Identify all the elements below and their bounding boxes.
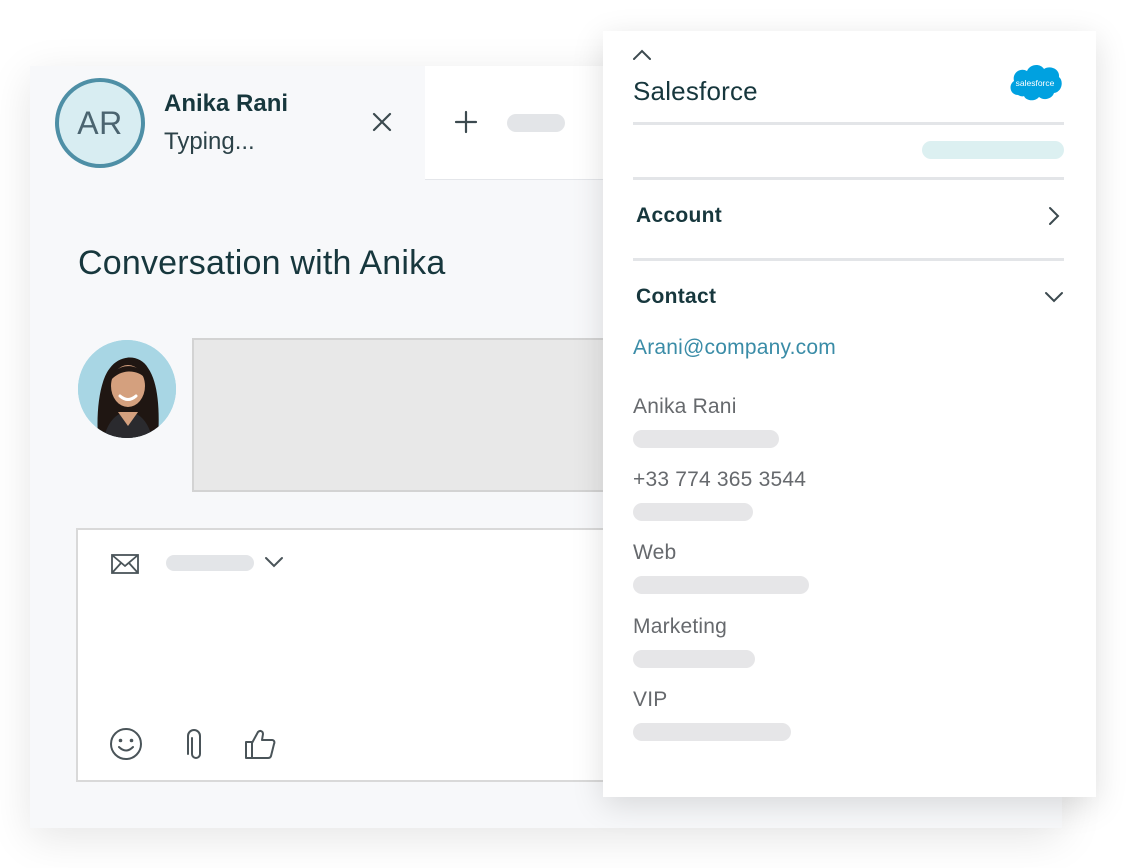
field-placeholder-bar <box>633 723 791 741</box>
section-contact-label: Contact <box>636 285 717 308</box>
conversation-title: Conversation with Anika <box>78 244 446 282</box>
contact-field-phone: +33 774 365 3544 <box>633 468 807 491</box>
section-contact[interactable]: Contact <box>633 269 1064 329</box>
contact-field-source: Web <box>633 541 677 564</box>
section-account[interactable]: Account <box>633 188 1064 248</box>
conversation-tab-active[interactable]: AR Anika Rani Typing... <box>30 66 425 180</box>
field-placeholder-bar <box>633 576 809 594</box>
divider <box>633 177 1064 180</box>
customer-photo-avatar <box>78 340 176 438</box>
divider <box>633 122 1064 125</box>
tab-placeholder <box>507 114 565 132</box>
contact-initials-avatar: AR <box>55 78 145 168</box>
field-placeholder-bar <box>633 650 755 668</box>
plus-icon[interactable] <box>454 110 478 134</box>
salesforce-logo-text: salesforce <box>1016 78 1055 88</box>
channel-selector-placeholder[interactable] <box>166 555 254 571</box>
contact-field-name: Anika Rani <box>633 395 737 418</box>
message-bubble <box>192 338 622 492</box>
tab-contact-name: Anika Rani <box>164 90 289 117</box>
section-account-label: Account <box>636 204 723 227</box>
contact-field-tier: VIP <box>633 688 668 711</box>
contact-email-link[interactable]: Arani@company.com <box>633 336 836 360</box>
chevron-down-icon[interactable] <box>264 554 284 570</box>
typing-status: Typing... <box>164 128 255 155</box>
salesforce-logo: salesforce <box>1006 61 1064 103</box>
panel-title: Salesforce <box>633 76 758 106</box>
message-composer[interactable] <box>76 528 636 782</box>
field-placeholder-bar <box>633 430 779 448</box>
divider <box>633 258 1064 261</box>
smiley-icon[interactable] <box>108 726 144 762</box>
field-placeholder-bar <box>633 503 753 521</box>
salesforce-panel: Salesforce salesforce Account Contact Ar… <box>603 31 1096 797</box>
close-icon[interactable] <box>370 110 394 134</box>
avatar-initials-text: AR <box>77 104 123 141</box>
chevron-up-icon[interactable] <box>631 47 653 63</box>
contact-field-department: Marketing <box>633 615 728 638</box>
chevron-down-icon <box>1044 287 1064 307</box>
paperclip-icon[interactable] <box>176 726 212 762</box>
envelope-icon[interactable] <box>110 552 140 576</box>
thumbs-up-icon[interactable] <box>242 726 278 762</box>
status-pill-placeholder <box>922 141 1064 159</box>
chevron-right-icon <box>1044 206 1064 226</box>
